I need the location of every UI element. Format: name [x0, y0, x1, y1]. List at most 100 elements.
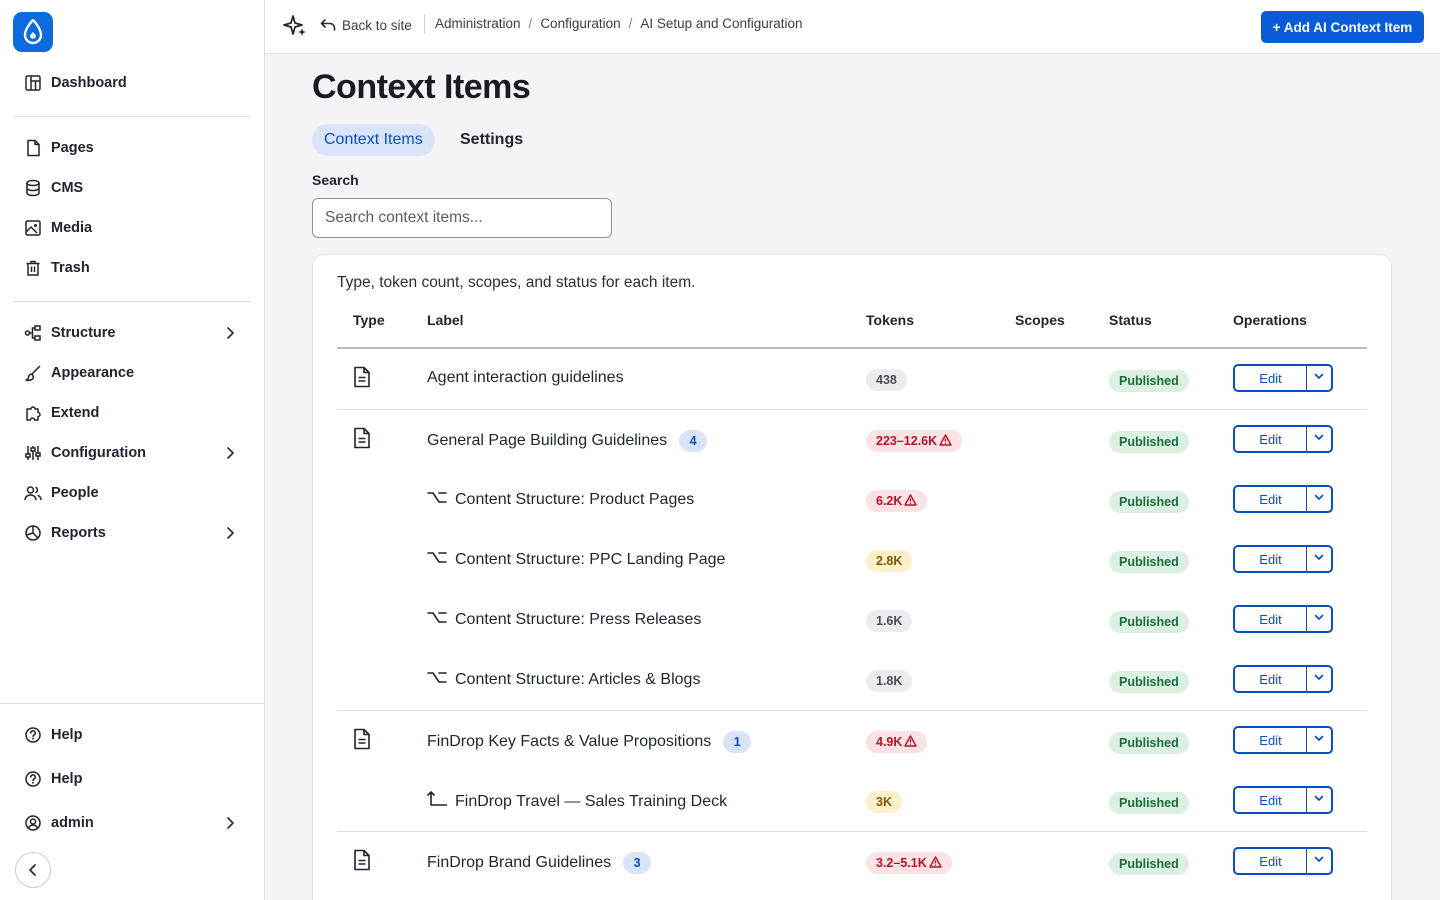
corner-up-icon: [427, 791, 449, 812]
edit-button[interactable]: Edit: [1235, 788, 1307, 812]
sidebar-divider: [13, 301, 251, 302]
sidebar: Dashboard Pages CMS Media Trash Structure Appe…: [0, 0, 265, 900]
edit-button[interactable]: Edit: [1235, 667, 1307, 691]
collapse-sidebar-button[interactable]: [15, 852, 51, 888]
edit-button[interactable]: Edit: [1235, 487, 1307, 511]
item-label[interactable]: FinDrop Brand Guidelines: [427, 854, 611, 872]
item-label[interactable]: FinDrop Key Facts & Value Propositions: [427, 733, 711, 751]
chevron-down-icon: [1313, 610, 1325, 628]
table-row: FinDrop Key Facts & Value Propositions 1 4…: [337, 721, 1367, 761]
token-value: 4.9K: [876, 735, 903, 749]
status-badge: Published: [1109, 491, 1189, 513]
sidebar-item-appearance[interactable]: Appearance: [13, 355, 251, 391]
breadcrumb-administration[interactable]: Administration: [435, 16, 521, 31]
child-count-badge: 1: [723, 731, 752, 753]
drupal-logo[interactable]: [13, 12, 53, 52]
operations-dropbutton: Edit: [1233, 485, 1333, 513]
item-label[interactable]: Agent interaction guidelines: [427, 369, 624, 387]
operations-dropbutton: Edit: [1233, 786, 1333, 814]
sidebar-item-label: Media: [51, 220, 93, 236]
sliders-icon: [23, 443, 43, 463]
operations-toggle-button[interactable]: [1307, 607, 1331, 631]
tab-settings[interactable]: Settings: [448, 124, 535, 156]
sidebar-item-extend[interactable]: Extend: [13, 395, 251, 431]
operations-toggle-button[interactable]: [1307, 366, 1331, 390]
image-icon: [23, 218, 43, 238]
breadcrumb-configuration[interactable]: Configuration: [540, 16, 620, 31]
sidebar-item-media[interactable]: Media: [13, 210, 251, 246]
edit-button[interactable]: Edit: [1235, 366, 1307, 390]
token-badge: 4.9K: [866, 731, 928, 753]
ai-sparkle-icon[interactable]: [283, 13, 309, 39]
operations-toggle-button[interactable]: [1307, 788, 1331, 812]
item-label[interactable]: Content Structure: PPC Landing Page: [455, 551, 725, 569]
token-value: 3.2–5.1K: [876, 856, 927, 870]
token-value: 6.2K: [876, 494, 903, 508]
warning-icon: [927, 855, 942, 871]
sidebar-item-admin[interactable]: admin: [13, 805, 251, 841]
operations-toggle-button[interactable]: [1307, 667, 1331, 691]
token-value: 2.8K: [876, 554, 903, 568]
sidebar-item-pages[interactable]: Pages: [13, 130, 251, 166]
operations-toggle-button[interactable]: [1307, 427, 1331, 451]
sidebar-item-label: Reports: [51, 525, 106, 541]
table-caption: Type, token count, scopes, and status fo…: [337, 274, 696, 291]
status-badge: Published: [1109, 792, 1189, 814]
sidebar-item-label: Help: [51, 727, 83, 743]
header-operations: Operations: [1233, 312, 1307, 328]
item-label[interactable]: Content Structure: Press Releases: [455, 611, 701, 629]
document-icon: [352, 849, 372, 871]
breadcrumb: Administration / Configuration / AI Setu…: [435, 16, 803, 31]
search-input[interactable]: [312, 198, 612, 238]
sidebar-item-cms[interactable]: CMS: [13, 170, 251, 206]
structure-icon: [23, 323, 43, 343]
sidebar-item-label: Trash: [51, 260, 90, 276]
edit-button[interactable]: Edit: [1235, 849, 1307, 873]
tab-context-items[interactable]: Context Items: [312, 124, 435, 156]
sidebar-item-people[interactable]: People: [13, 475, 251, 511]
item-label-cell: FinDrop Travel — Sales Training Deck: [427, 791, 727, 812]
edit-button[interactable]: Edit: [1235, 427, 1307, 451]
sidebar-item-label: Configuration: [51, 445, 147, 461]
sidebar-item-label: CMS: [51, 180, 84, 196]
sidebar-item-help[interactable]: Help: [13, 761, 251, 797]
sidebar-item-help[interactable]: Help: [13, 717, 251, 753]
edit-button[interactable]: Edit: [1235, 728, 1307, 752]
operations-toggle-button[interactable]: [1307, 728, 1331, 752]
sidebar-divider: [0, 703, 264, 704]
breadcrumb-ai-setup[interactable]: AI Setup and Configuration: [640, 16, 802, 31]
status-badge: Published: [1109, 853, 1189, 875]
operations-toggle-button[interactable]: [1307, 487, 1331, 511]
option-icon: [427, 670, 447, 689]
header-tokens: Tokens: [866, 312, 914, 328]
operations-toggle-button[interactable]: [1307, 849, 1331, 873]
sidebar-item-dashboard[interactable]: Dashboard: [13, 65, 251, 101]
operations-toggle-button[interactable]: [1307, 547, 1331, 571]
header-status: Status: [1109, 312, 1152, 328]
sidebar-item-configuration[interactable]: Configuration: [13, 435, 251, 471]
table-row: Content Structure: PPC Landing Page 2.8K P…: [337, 540, 1367, 580]
document-icon: [352, 366, 372, 388]
item-label[interactable]: FinDrop Travel — Sales Training Deck: [455, 793, 727, 811]
chevron-right-icon: [221, 324, 239, 342]
add-ai-context-item-button[interactable]: + Add AI Context Item: [1261, 11, 1424, 43]
item-label-cell: Content Structure: Press Releases: [427, 610, 701, 629]
chart-pie-icon: [23, 523, 43, 543]
edit-button[interactable]: Edit: [1235, 607, 1307, 631]
back-to-site-link[interactable]: Back to site: [320, 15, 412, 35]
option-icon: [427, 490, 447, 509]
edit-button[interactable]: Edit: [1235, 547, 1307, 571]
sidebar-item-reports[interactable]: Reports: [13, 515, 251, 551]
chevron-down-icon: [1313, 550, 1325, 568]
status-badge: Published: [1109, 431, 1189, 453]
item-label[interactable]: Content Structure: Articles & Blogs: [455, 671, 700, 689]
sidebar-item-structure[interactable]: Structure: [13, 315, 251, 351]
sidebar-item-trash[interactable]: Trash: [13, 250, 251, 286]
item-label[interactable]: Content Structure: Product Pages: [455, 491, 694, 509]
sidebar-item-label: Pages: [51, 140, 94, 156]
operations-dropbutton: Edit: [1233, 605, 1333, 633]
topbar-divider: [424, 14, 425, 34]
warning-icon: [902, 493, 918, 509]
chevron-down-icon: [1313, 731, 1325, 749]
item-label[interactable]: General Page Building Guidelines: [427, 432, 667, 450]
